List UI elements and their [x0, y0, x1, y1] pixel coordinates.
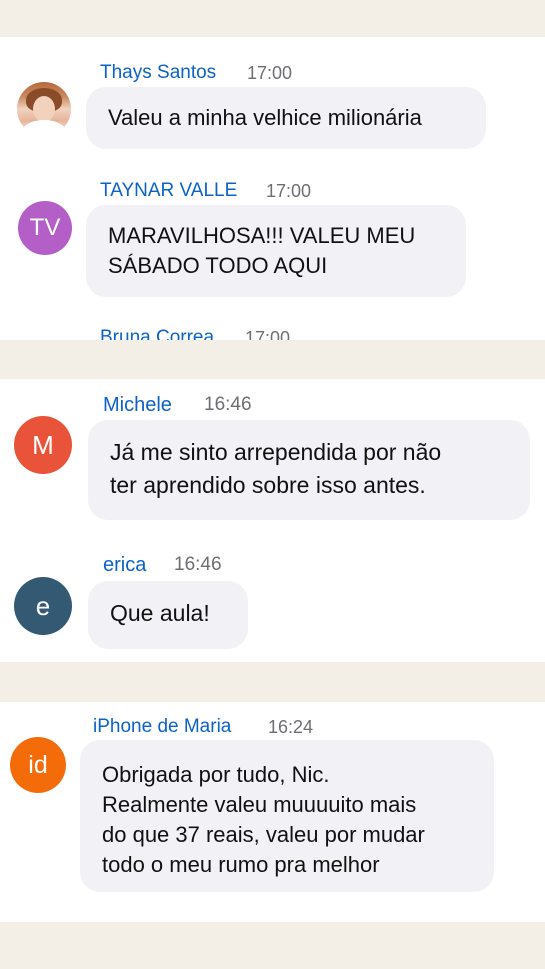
message-bubble[interactable]: Valeu a minha velhice milionária — [86, 87, 486, 149]
message-text-line: MARAVILHOSA!!! VALEU MEU — [108, 223, 416, 248]
avatar-initials: M — [32, 429, 54, 460]
message-text-line: Realmente valeu muuuuito mais — [102, 792, 417, 817]
message-time: 17:00 — [247, 63, 293, 83]
message-time: 17:00 — [266, 181, 312, 201]
message-bubble[interactable]: Obrigada por tudo, Nic. Realmente valeu … — [80, 740, 494, 892]
message-text-line: ter aprendido sobre isso antes. — [110, 472, 426, 498]
message-time: 16:24 — [268, 717, 314, 737]
avatar-initials: TV — [29, 214, 61, 241]
sender-name[interactable]: Bruna Correa — [100, 327, 214, 340]
message-text-line: SÁBADO TODO AQUI — [108, 253, 328, 278]
message-time: 16:46 — [204, 394, 252, 415]
message-time: 16:46 — [174, 554, 222, 575]
message-text-line: do que 37 reais, valeu por mudar — [102, 822, 425, 847]
sender-name[interactable]: iPhone de Maria — [93, 716, 231, 738]
message-text-line: Que aula! — [110, 600, 210, 626]
avatar-face — [33, 96, 55, 122]
sender-name[interactable]: erica — [103, 554, 146, 577]
chat-screenshot-card-1: Thays Santos 17:00 Valeu a minha velhice… — [0, 37, 545, 340]
message-text-line: Já me sinto arrependida por não — [110, 439, 442, 465]
avatar-initials: id — [28, 750, 48, 779]
avatar-initials: e — [35, 590, 51, 621]
message-text-line: Valeu a minha velhice milionária — [108, 105, 422, 130]
chat-screenshot-card-3: id iPhone de Maria 16:24 Obrigada por tu… — [0, 702, 545, 922]
message-text-line: todo o meu rumo pra melhor — [102, 852, 380, 877]
avatar-shoulders — [22, 120, 66, 136]
user-photo-avatar[interactable] — [17, 82, 71, 136]
sender-name[interactable]: Michele — [103, 394, 172, 417]
message-bubble[interactable]: Que aula! — [88, 581, 248, 649]
message-time: 17:00 — [245, 328, 291, 340]
sender-name[interactable]: Thays Santos — [100, 62, 216, 84]
sender-name[interactable]: TAYNAR VALLE — [100, 180, 237, 202]
message-bubble[interactable]: Já me sinto arrependida por não ter apre… — [88, 420, 530, 520]
avatar-initials-tv[interactable]: TV — [18, 201, 72, 255]
message-text-line: Obrigada por tudo, Nic. — [102, 762, 330, 787]
message-bubble[interactable]: MARAVILHOSA!!! VALEU MEU SÁBADO TODO AQU… — [86, 205, 466, 297]
chat-screenshot-card-2: M Michele 16:46 Já me sinto arrependida … — [0, 379, 545, 662]
avatar-initials-m[interactable]: M — [14, 416, 72, 474]
avatar-initials-id[interactable]: id — [10, 737, 66, 793]
avatar-initials-e[interactable]: e — [14, 577, 72, 635]
